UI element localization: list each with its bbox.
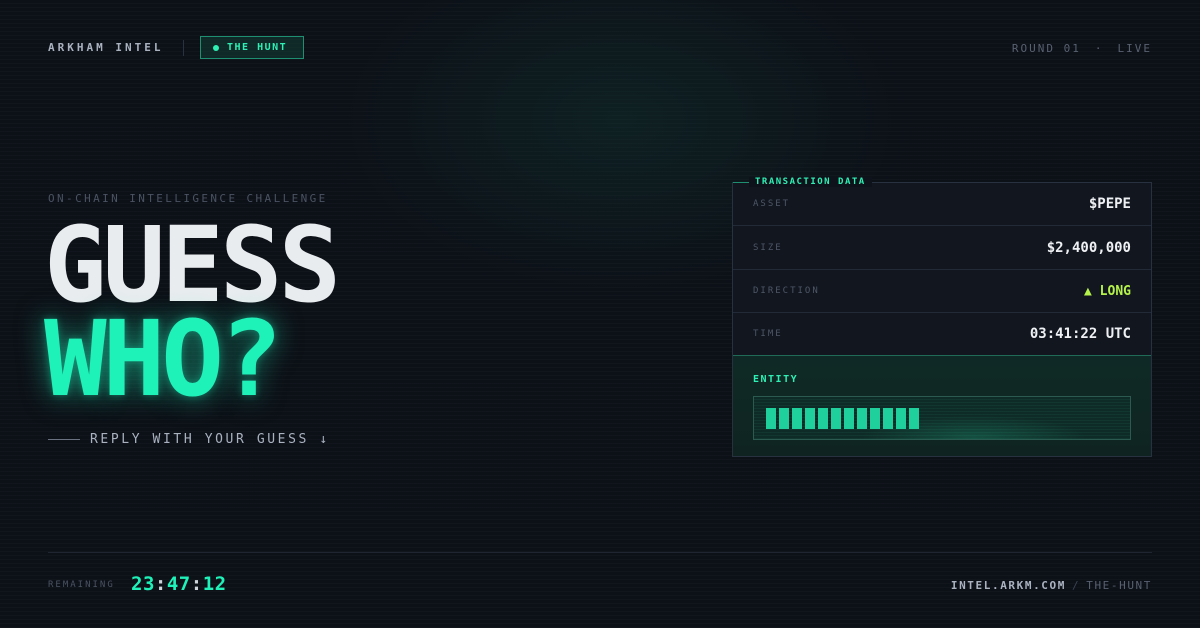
row-label: TIME bbox=[753, 328, 783, 339]
redacted-blocks bbox=[766, 408, 919, 429]
site-slash: / bbox=[1071, 579, 1081, 592]
timer-seconds: 12 bbox=[202, 573, 227, 595]
row-value: $PEPE bbox=[1088, 196, 1131, 212]
row-value: 03:41:22 UTC bbox=[1029, 325, 1131, 342]
site-domain: INTEL.ARKM.COM bbox=[950, 579, 1066, 592]
timer-minutes: 47 bbox=[166, 573, 191, 595]
header-divider bbox=[183, 40, 184, 56]
row-asset: ASSET $PEPE bbox=[733, 183, 1151, 226]
the-hunt-tag: THE HUNT bbox=[200, 36, 304, 59]
site-path: THE-HUNT bbox=[1086, 579, 1152, 592]
redacted-block bbox=[870, 408, 880, 429]
live-label: LIVE bbox=[1117, 42, 1152, 55]
entity-redacted-field bbox=[753, 396, 1131, 440]
entity-label: ENTITY bbox=[753, 374, 799, 385]
redacted-block bbox=[844, 408, 854, 429]
row-value: ▲ LONG bbox=[1084, 283, 1131, 299]
timer-hours: 23 bbox=[131, 573, 155, 595]
status-dot-icon bbox=[213, 44, 219, 51]
headline-who: WHO? bbox=[44, 298, 282, 420]
row-label: ASSET bbox=[753, 199, 791, 209]
redacted-block bbox=[857, 408, 867, 429]
reply-dash bbox=[48, 439, 80, 440]
redacted-block bbox=[909, 408, 919, 429]
entity-section: ENTITY bbox=[733, 355, 1151, 456]
remaining-label: REMAINING bbox=[48, 580, 115, 590]
the-hunt-label: THE HUNT bbox=[227, 42, 288, 53]
row-label: DIRECTION bbox=[753, 286, 820, 296]
row-value: $2,400,000 bbox=[1046, 240, 1131, 256]
round-separator: · bbox=[1094, 42, 1104, 55]
transaction-card: TRANSACTION DATA ASSET $PEPE SIZE $2,400… bbox=[732, 177, 1152, 457]
redacted-block bbox=[818, 408, 828, 429]
timer-colon: : bbox=[190, 573, 203, 595]
reply-cta: REPLY WITH YOUR GUESS ↓ bbox=[90, 432, 330, 447]
round-label: ROUND 01 bbox=[1011, 42, 1081, 55]
redacted-block bbox=[792, 408, 802, 429]
redacted-block bbox=[896, 408, 906, 429]
row-direction: DIRECTION ▲ LONG bbox=[733, 270, 1151, 313]
row-label: SIZE bbox=[753, 243, 783, 253]
redacted-block bbox=[883, 408, 893, 429]
row-size: SIZE $2,400,000 bbox=[733, 227, 1151, 270]
footer-divider bbox=[48, 552, 1152, 553]
redacted-block bbox=[805, 408, 815, 429]
timer-colon: : bbox=[154, 573, 167, 595]
countdown-timer: 23:47:12 bbox=[131, 573, 227, 595]
redacted-block bbox=[766, 408, 776, 429]
brand-name: ARKHAM INTEL bbox=[48, 41, 164, 54]
redacted-block bbox=[779, 408, 789, 429]
site-link[interactable]: INTEL.ARKM.COM / THE-HUNT bbox=[951, 579, 1152, 592]
redacted-block bbox=[831, 408, 841, 429]
round-status: ROUND 01 · LIVE bbox=[1012, 42, 1152, 55]
row-time: TIME 03:41:22 UTC bbox=[733, 312, 1151, 355]
